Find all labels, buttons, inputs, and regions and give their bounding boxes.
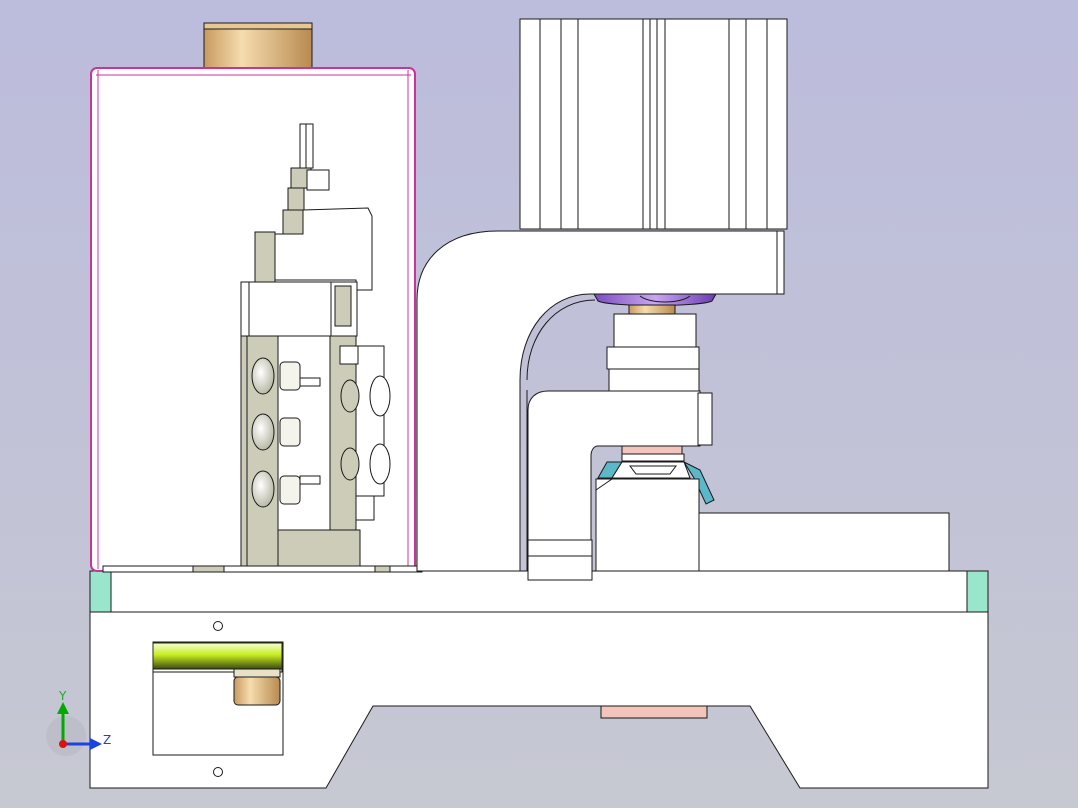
valve-panel-top — [339, 345, 359, 365]
bottom-slot — [600, 705, 708, 719]
head-lower-block[interactable] — [527, 539, 593, 581]
knob-face-1 — [369, 375, 391, 417]
valve-right-lower — [355, 495, 375, 521]
fitting-pin-1 — [299, 377, 321, 387]
triad-z-label: Z — [103, 733, 111, 747]
green-rail — [152, 642, 283, 670]
top-cylinder-rim — [203, 22, 313, 30]
fixture-cone-inner — [629, 465, 677, 475]
spindle-upper[interactable] — [613, 313, 697, 348]
valve-core-lower — [277, 529, 361, 567]
valve-body-edge — [240, 335, 248, 567]
valve-mid-block[interactable] — [244, 281, 332, 337]
port-1[interactable] — [251, 357, 275, 395]
fixture-plate — [621, 445, 683, 455]
knob-1[interactable] — [340, 379, 360, 413]
spindle-mid[interactable] — [606, 346, 700, 370]
cabinet-foot-left — [192, 565, 225, 573]
purple-disc[interactable] — [593, 293, 717, 306]
plate-block-left — [89, 570, 112, 613]
motor-box[interactable] — [519, 18, 788, 230]
bearing — [233, 676, 281, 706]
valve-mid-side — [240, 281, 250, 337]
screw-hole-top — [213, 621, 223, 631]
fitting-pin-3 — [299, 475, 321, 485]
valve-mid-slot — [334, 285, 352, 327]
cabinet-foot-right — [374, 565, 391, 573]
valve-neck — [287, 187, 305, 211]
spindle-lower[interactable] — [608, 368, 700, 392]
head-cap — [697, 392, 713, 446]
port-3[interactable] — [251, 470, 275, 508]
copper-collar — [628, 304, 676, 315]
fitting-1 — [279, 361, 301, 391]
bearing-mount — [233, 668, 281, 678]
valve-side-block — [254, 231, 276, 283]
screw-hole-bottom — [213, 767, 223, 777]
work-block[interactable] — [595, 478, 700, 572]
pin-head — [306, 169, 330, 191]
x-axis-dot — [59, 740, 67, 748]
cabinet-base-strip — [102, 565, 423, 573]
plate-block-right — [966, 570, 989, 613]
table-block[interactable] — [698, 512, 950, 572]
fixture-base — [621, 453, 685, 462]
knob-face-2 — [369, 443, 391, 485]
valve-upper-block[interactable] — [282, 209, 304, 235]
port-2[interactable] — [251, 413, 275, 451]
cad-viewport[interactable]: Y Z — [0, 0, 1078, 808]
triad-y-label: Y — [58, 689, 67, 703]
fitting-2 — [279, 417, 301, 447]
top-cylinder[interactable] — [203, 22, 313, 69]
triad-sphere — [46, 716, 86, 756]
fitting-3 — [279, 475, 301, 505]
knob-2[interactable] — [340, 447, 360, 481]
valve-right-block[interactable] — [329, 335, 357, 531]
